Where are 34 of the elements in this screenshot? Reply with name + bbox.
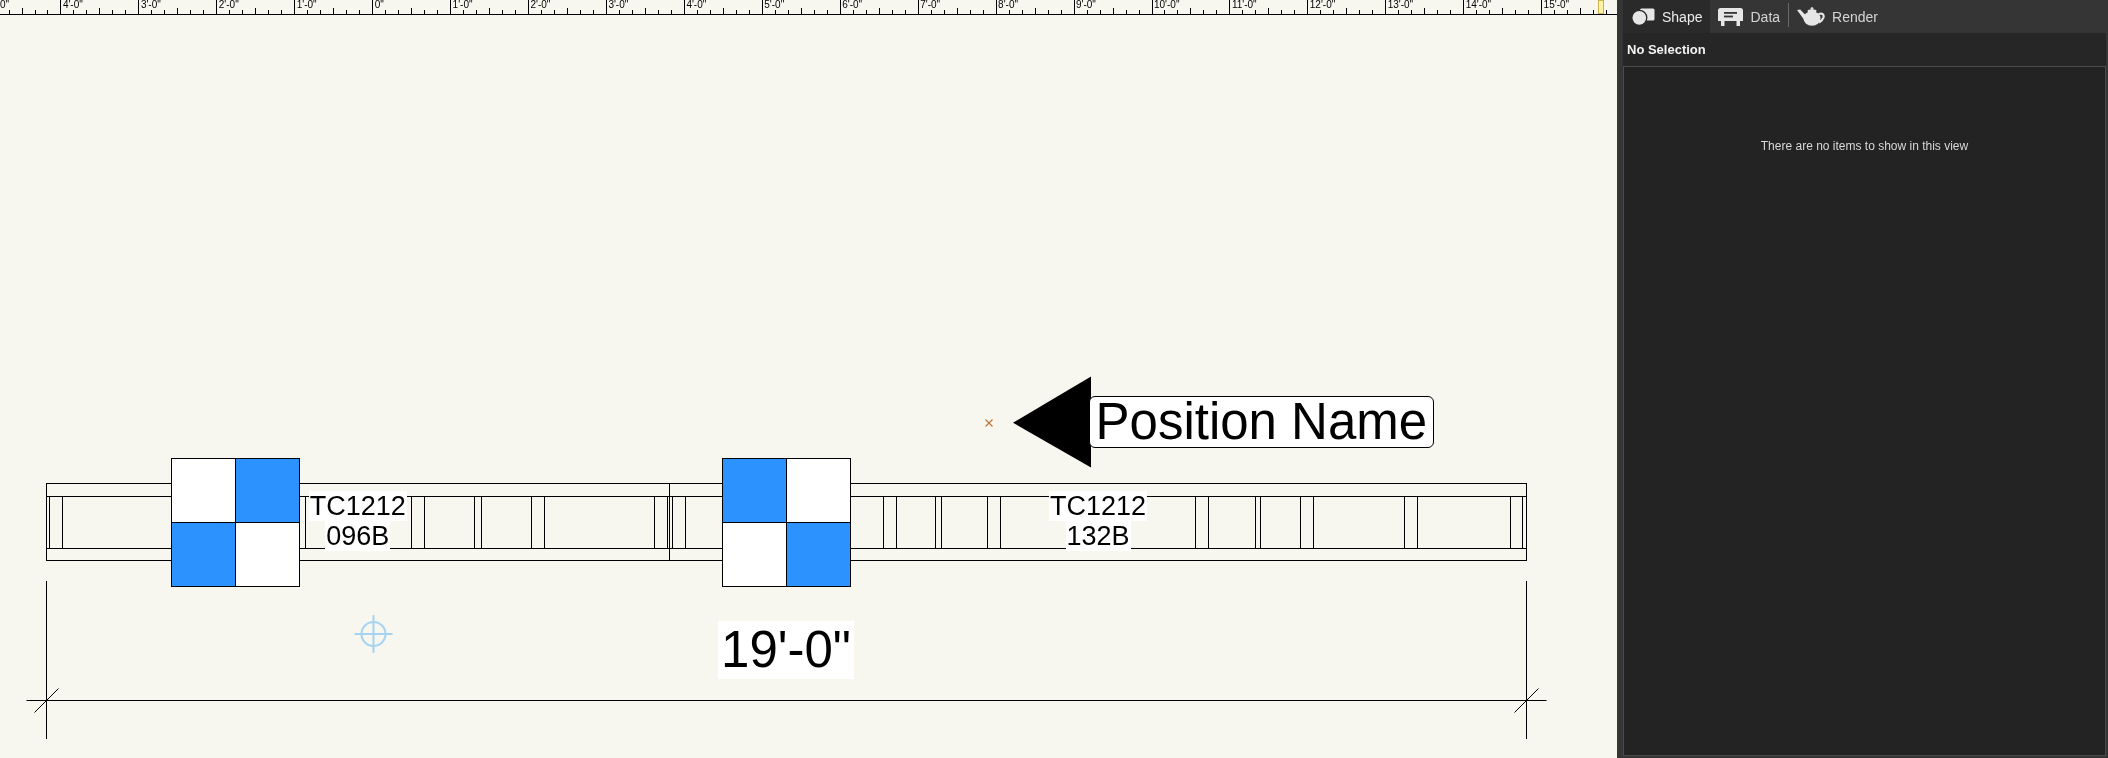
ruler-label: 5'-0" bbox=[764, 0, 785, 10]
ruler-label: 14'-0" bbox=[1465, 0, 1492, 10]
crosshair-icon bbox=[353, 614, 394, 654]
selection-heading: No Selection bbox=[1623, 33, 2106, 66]
ruler-label: 2'-0" bbox=[218, 0, 239, 10]
ruler-label: 9'-0" bbox=[1076, 0, 1096, 10]
ruler-label: 3'-0" bbox=[608, 0, 629, 10]
panel-tab[interactable]: Shape bbox=[1623, 0, 1711, 33]
panel-tab[interactable]: Data bbox=[1710, 0, 1789, 33]
ruler-label: 11'-0" bbox=[1231, 0, 1257, 10]
dimension-text: 19'-0" bbox=[718, 621, 854, 679]
ruler-label: 4'-0" bbox=[62, 0, 83, 10]
signboard-icon bbox=[1718, 7, 1744, 26]
ruler-label: 12'-0" bbox=[1309, 0, 1336, 10]
ruler-label: 8'-0" bbox=[998, 0, 1018, 10]
shapes-icon bbox=[1631, 7, 1655, 26]
ruler-label: 6'-0" bbox=[842, 0, 863, 10]
position-name-label: Position Name bbox=[1088, 396, 1435, 448]
ruler-label: 2'-0" bbox=[530, 0, 551, 10]
ruler-label: 0" bbox=[374, 0, 384, 10]
ruler-label: 13'-0" bbox=[1387, 0, 1414, 10]
ruler-label: 0" bbox=[0, 0, 10, 10]
teapot-icon bbox=[1797, 7, 1826, 26]
cross-mark-icon bbox=[984, 418, 994, 428]
ruler-label: 10'-0" bbox=[1154, 0, 1180, 10]
ruler-label: 1'-0" bbox=[452, 0, 473, 10]
ruler-label: 15'-0" bbox=[1543, 0, 1570, 10]
cursor-marker-icon bbox=[1598, 0, 1604, 14]
empty-message: There are no items to show in this view bbox=[1760, 139, 1969, 153]
ruler-label: 7'-0" bbox=[920, 0, 941, 10]
panel-tab[interactable]: Render bbox=[1789, 0, 1886, 33]
ruler-label: 3'-0" bbox=[140, 0, 161, 10]
ruler-label: 1'-0" bbox=[296, 0, 317, 10]
ruler-label: 4'-0" bbox=[686, 0, 707, 10]
